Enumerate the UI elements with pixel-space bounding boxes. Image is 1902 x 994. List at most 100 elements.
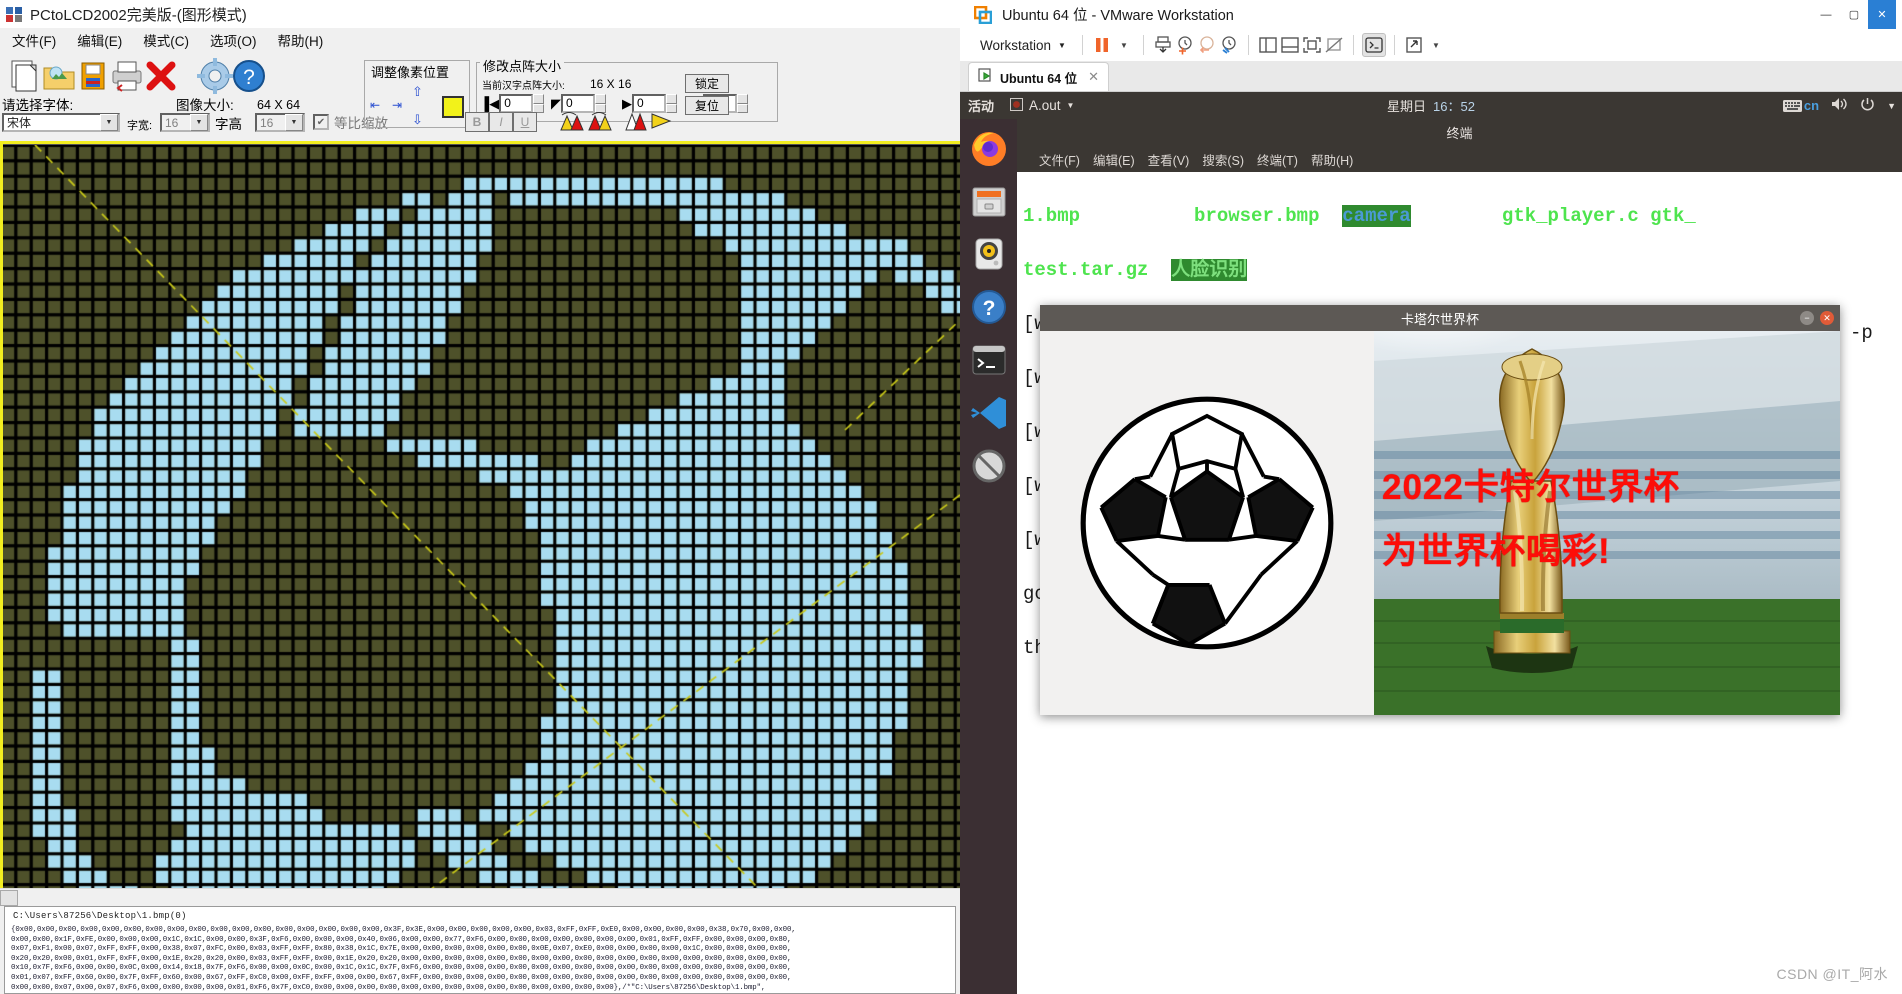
menu-mode[interactable]: 模式(C) bbox=[143, 30, 189, 50]
vm-tab-label: Ubuntu 64 位 bbox=[1000, 71, 1078, 86]
terminal-menubar[interactable]: 文件(F) 编辑(E) 查看(V) 搜索(S) 终端(T) 帮助(H) bbox=[1017, 146, 1902, 172]
show-console-icon[interactable] bbox=[1279, 34, 1301, 56]
term-menu-terminal[interactable]: 终端(T) bbox=[1257, 150, 1298, 169]
offset-left-spinner[interactable] bbox=[533, 94, 545, 113]
char-height-select[interactable]: 16 ▼ bbox=[255, 113, 305, 132]
close-icon[interactable]: ✕ bbox=[1088, 69, 1099, 85]
offset-left-value[interactable]: 0 bbox=[499, 94, 534, 113]
hex-line: 0x10,0x7F,0xF6,0x00,0x00,0x0C,0x00,0x14,… bbox=[11, 964, 792, 973]
close-button[interactable]: ✕ bbox=[1868, 0, 1896, 29]
settings-gear-icon[interactable] bbox=[196, 57, 234, 95]
help-question-icon[interactable]: ? bbox=[230, 57, 268, 95]
flip-vertical-icon[interactable] bbox=[624, 110, 648, 137]
flip-horizontal-icon[interactable] bbox=[650, 110, 674, 137]
vmware-tabbar[interactable]: Ubuntu 64 位 ✕ bbox=[960, 61, 1902, 92]
term-menu-view[interactable]: 查看(V) bbox=[1148, 150, 1190, 169]
print-icon[interactable] bbox=[108, 57, 146, 95]
move-up-icon[interactable]: ⇧ bbox=[412, 84, 423, 100]
ubuntu-topbar[interactable]: 活动 A.out ▼ 星期日 16：52 cn ▼ bbox=[960, 92, 1902, 119]
keyboard-icon[interactable]: cn bbox=[1782, 98, 1819, 113]
snapshot-icon[interactable] bbox=[1152, 34, 1174, 56]
hex-output[interactable]: {0x00,0x00,0x00,0x00,0x00,0x00,0x00,0x00… bbox=[5, 921, 955, 993]
ubuntu-dock[interactable]: ? bbox=[960, 119, 1017, 994]
term-menu-edit[interactable]: 编辑(E) bbox=[1093, 150, 1135, 169]
font-select[interactable]: 宋体 ▼ bbox=[2, 113, 120, 132]
file-gtk-more: gtk_ bbox=[1650, 205, 1696, 227]
menu-file[interactable]: 文件(F) bbox=[12, 30, 56, 50]
canvas-hscrollbar[interactable] bbox=[0, 888, 960, 906]
delete-x-icon[interactable] bbox=[142, 57, 180, 95]
vm-tab-ubuntu[interactable]: Ubuntu 64 位 ✕ bbox=[968, 62, 1109, 91]
help-icon[interactable]: ? bbox=[964, 282, 1013, 331]
show-sidebar-icon[interactable] bbox=[1257, 34, 1279, 56]
underline-button[interactable]: U bbox=[513, 112, 537, 132]
bold-button[interactable]: B bbox=[465, 112, 489, 132]
blocked-icon[interactable] bbox=[964, 441, 1013, 490]
hex-line: 0x00,0x00,0x1F,0xFE,0x00,0x00,0x00,0x1C,… bbox=[11, 935, 792, 944]
menu-edit[interactable]: 编辑(E) bbox=[77, 30, 122, 50]
minimize-button[interactable]: — bbox=[1812, 0, 1840, 29]
move-center-icon[interactable]: ⇥ bbox=[392, 98, 402, 112]
worldcup-window-controls[interactable]: − ✕ bbox=[1800, 311, 1834, 325]
save-icon[interactable] bbox=[74, 57, 112, 95]
menu-options[interactable]: 选项(O) bbox=[210, 30, 257, 50]
reset-button[interactable]: 复位 bbox=[685, 96, 729, 115]
new-file-icon[interactable] bbox=[6, 57, 44, 95]
offset-left-field[interactable]: ▐◀ 0 bbox=[480, 94, 545, 113]
pctolcd-title: PCtoLCD2002完美版-(图形模式) bbox=[30, 6, 247, 24]
pause-icon[interactable] bbox=[1091, 34, 1113, 56]
rotate-left-icon[interactable] bbox=[558, 110, 584, 137]
pixel-grid[interactable] bbox=[0, 145, 960, 888]
term-menu-help[interactable]: 帮助(H) bbox=[1311, 150, 1353, 169]
image-size-value: 64 X 64 bbox=[257, 98, 301, 112]
term-menu-file[interactable]: 文件(F) bbox=[1039, 150, 1080, 169]
snapshot-manager-icon[interactable] bbox=[1218, 34, 1240, 56]
chevron-down-icon[interactable]: ▼ bbox=[1887, 101, 1896, 111]
bitmap-canvas[interactable] bbox=[0, 143, 960, 888]
volume-icon[interactable] bbox=[1831, 97, 1848, 114]
system-indicators[interactable]: cn ▼ bbox=[1782, 97, 1896, 115]
take-snapshot-icon[interactable] bbox=[1174, 34, 1196, 56]
fullscreen-icon[interactable] bbox=[1301, 34, 1323, 56]
file-browser-bmp: browser.bmp bbox=[1194, 205, 1320, 227]
firefox-icon[interactable] bbox=[964, 123, 1013, 172]
move-left-icon[interactable]: ⇤ bbox=[370, 98, 380, 112]
maximize-button[interactable]: ▢ bbox=[1840, 0, 1868, 29]
activities-button[interactable]: 活动 bbox=[968, 96, 994, 115]
minimize-button[interactable]: − bbox=[1800, 311, 1814, 325]
files-icon[interactable] bbox=[964, 176, 1013, 225]
scrollbar-thumb[interactable] bbox=[0, 890, 18, 906]
workstation-menu[interactable]: Workstation ▼ bbox=[972, 38, 1074, 53]
vmware-logo-icon bbox=[973, 5, 993, 24]
expand-icon[interactable] bbox=[1403, 34, 1425, 56]
close-button[interactable]: ✕ bbox=[1820, 311, 1834, 325]
open-folder-icon[interactable] bbox=[40, 57, 78, 95]
revert-snapshot-icon[interactable] bbox=[1196, 34, 1218, 56]
power-icon[interactable] bbox=[1860, 97, 1875, 115]
window-controls[interactable]: — ▢ ✕ bbox=[1812, 0, 1896, 29]
expand-dropdown-icon[interactable]: ▼ bbox=[1425, 34, 1447, 56]
terminal-icon[interactable] bbox=[964, 335, 1013, 384]
italic-button[interactable]: I bbox=[489, 112, 513, 132]
rhythmbox-icon[interactable] bbox=[964, 229, 1013, 278]
terminal-icon[interactable] bbox=[1361, 33, 1386, 57]
char-width-select[interactable]: 16 ▼ bbox=[160, 113, 210, 132]
screen: PCtoLCD2002完美版-(图形模式) 文件(F) 编辑(E) 模式(C) … bbox=[0, 0, 1902, 994]
pause-dropdown-icon[interactable]: ▼ bbox=[1113, 34, 1135, 56]
chevron-down-icon: ▼ bbox=[100, 114, 118, 131]
unity-icon[interactable] bbox=[1323, 34, 1345, 56]
rotate-right-icon[interactable] bbox=[588, 110, 614, 137]
app-menu[interactable]: A.out ▼ bbox=[1010, 97, 1074, 114]
pctolcd-menubar[interactable]: 文件(F) 编辑(E) 模式(C) 选项(O) 帮助(H) bbox=[0, 28, 960, 52]
clock[interactable]: 星期日 16：52 bbox=[1387, 96, 1475, 115]
term-menu-search[interactable]: 搜索(S) bbox=[1202, 150, 1244, 169]
menu-help[interactable]: 帮助(H) bbox=[278, 30, 324, 50]
select-area-icon[interactable] bbox=[442, 96, 464, 118]
move-down-icon[interactable]: ⇩ bbox=[412, 112, 423, 128]
lock-button[interactable]: 锁定 bbox=[685, 74, 729, 93]
vmware-toolbar[interactable]: Workstation ▼ ▼ ▼ bbox=[960, 29, 1902, 61]
char-height-value: 16 bbox=[260, 115, 274, 130]
vscode-icon[interactable] bbox=[964, 388, 1013, 437]
offset-bottom-spinner[interactable] bbox=[736, 94, 748, 113]
pctolcd-titlebar: PCtoLCD2002完美版-(图形模式) bbox=[0, 0, 960, 28]
